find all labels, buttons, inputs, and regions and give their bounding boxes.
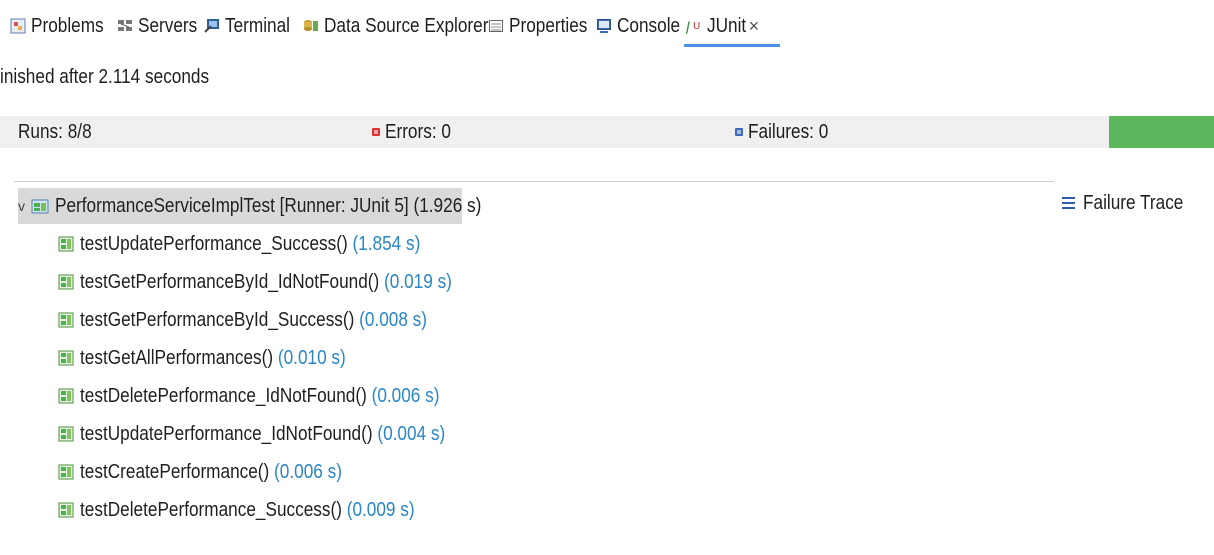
suite-time: (1.926 s) — [413, 194, 482, 217]
tab-label: Problems — [31, 14, 104, 37]
svg-text:J: J — [686, 20, 690, 34]
test-row[interactable]: testGetAllPerformances() (0.010 s) — [58, 340, 389, 376]
test-name: testGetAllPerformances() — [80, 346, 274, 369]
junit-icon: J U — [686, 20, 700, 34]
errors-label: Errors: — [385, 121, 437, 143]
test-passed-icon — [58, 426, 74, 442]
test-time: (0.009 s) — [346, 498, 415, 521]
test-name: testDeletePerformance_Success() — [80, 498, 342, 521]
test-passed-icon — [58, 236, 74, 252]
run-status-text: inished after 2.114 seconds — [0, 66, 210, 88]
runs-value: 8/8 — [67, 121, 92, 143]
problems-icon — [10, 18, 26, 34]
tab-junit[interactable]: J U JUnit × — [686, 10, 759, 42]
tab-servers[interactable]: Servers — [117, 10, 207, 42]
test-row[interactable]: testGetPerformanceById_IdNotFound() (0.0… — [58, 264, 512, 300]
runs-counter: Runs: 8/8 — [18, 116, 104, 148]
test-time: (1.854 s) — [352, 232, 421, 255]
console-icon — [597, 19, 611, 33]
test-name: testGetPerformanceById_IdNotFound() — [80, 270, 380, 293]
tab-label: Properties — [509, 14, 588, 37]
test-time: (0.006 s) — [274, 460, 342, 483]
failures-label: Failures: — [748, 121, 814, 143]
runs-label: Runs: — [18, 121, 63, 143]
tab-console[interactable]: Console — [596, 10, 690, 42]
data-source-explorer-icon — [304, 20, 318, 31]
tab-data-source-explorer[interactable]: Data Source Explorer — [303, 10, 515, 42]
failure-icon — [735, 128, 743, 136]
test-name: testGetPerformanceById_Success() — [80, 308, 355, 331]
test-name: testCreatePerformance() — [80, 460, 270, 483]
counter-panel: Runs: 8/8 Errors: 0 Failures: 0 — [0, 116, 1214, 148]
tab-label: JUnit — [707, 14, 747, 37]
test-name: testDeletePerformance_IdNotFound() — [80, 384, 367, 407]
chevron-down-icon[interactable]: v — [18, 198, 25, 214]
test-passed-icon — [58, 464, 74, 480]
test-passed-icon — [58, 388, 74, 404]
test-row[interactable]: testDeletePerformance_IdNotFound() (0.00… — [58, 378, 498, 414]
test-row[interactable]: testUpdatePerformance_Success() (1.854 s… — [58, 226, 476, 262]
tab-problems[interactable]: Problems — [10, 10, 115, 42]
failure-trace-header[interactable]: Failure Trace — [1062, 188, 1200, 218]
test-passed-icon — [58, 274, 74, 290]
terminal-icon — [204, 19, 219, 33]
test-row[interactable]: testDeletePerformance_Success() (0.009 s… — [58, 492, 469, 528]
test-passed-icon — [58, 502, 74, 518]
test-suite-icon — [31, 199, 49, 214]
errors-value: 0 — [441, 121, 451, 143]
test-time: (0.004 s) — [377, 422, 446, 445]
test-time: (0.010 s) — [277, 346, 346, 369]
progress-bar — [1109, 116, 1214, 148]
test-name: testUpdatePerformance_IdNotFound() — [80, 422, 373, 445]
failures-counter: Failures: 0 — [735, 116, 841, 148]
test-passed-icon — [58, 350, 74, 366]
test-row[interactable]: testUpdatePerformance_IdNotFound() (0.00… — [58, 416, 505, 452]
properties-icon — [489, 20, 503, 32]
view-tab-bar: Problems Servers Terminal Data Source Ex… — [0, 0, 1214, 48]
servers-icon — [118, 20, 132, 31]
failure-trace-label: Failure Trace — [1083, 191, 1184, 214]
test-row[interactable]: testGetPerformanceById_Success() (0.008 … — [58, 302, 484, 338]
tab-properties[interactable]: Properties — [488, 10, 600, 42]
test-name: testUpdatePerformance_Success() — [80, 232, 348, 255]
tab-label: Console — [617, 14, 681, 37]
error-icon — [372, 128, 380, 136]
suite-name: PerformanceServiceImplTest [Runner: JUni… — [55, 194, 409, 217]
tab-terminal[interactable]: Terminal — [204, 10, 301, 42]
test-row[interactable]: testCreatePerformance() (0.006 s) — [58, 454, 385, 490]
svg-text:U: U — [693, 21, 700, 32]
tab-label: Terminal — [225, 14, 290, 37]
test-time: (0.008 s) — [359, 308, 428, 331]
separator — [14, 181, 1054, 182]
test-passed-icon — [58, 312, 74, 328]
close-tab-icon[interactable]: × — [749, 16, 760, 37]
active-tab-indicator — [684, 44, 780, 47]
tab-label: Servers — [138, 14, 198, 37]
test-time: (0.006 s) — [371, 384, 440, 407]
errors-counter: Errors: 0 — [372, 116, 462, 148]
failure-trace-icon — [1062, 197, 1075, 209]
test-time: (0.019 s) — [384, 270, 452, 293]
failures-value: 0 — [818, 121, 829, 143]
tab-label: Data Source Explorer — [324, 14, 489, 37]
tree-root-suite[interactable]: v PerformanceServiceImplTest [Runner: JU… — [18, 188, 481, 224]
